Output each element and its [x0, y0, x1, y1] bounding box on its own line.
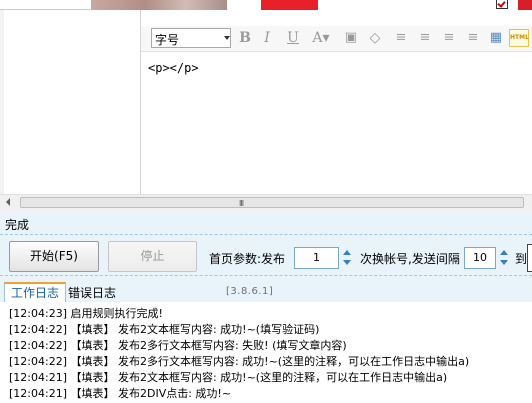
- editor-content: <p></p>: [148, 61, 199, 75]
- list-item: [12:04:21] 【填表】 发布2文本框写内容: 成功!~(这里的注释，可以…: [9, 371, 448, 384]
- justify-icon[interactable]: ≡: [464, 29, 482, 47]
- switch-account-label: 次换帐号,发送间隔: [360, 252, 460, 266]
- chevron-down-icon[interactable]: [224, 36, 230, 40]
- top-red-edge: [518, 0, 532, 10]
- list-item: [12:04:22] 【填表】 发布2文本框写内容: 成功!~(填写验证码): [9, 323, 320, 336]
- list-item: [12:04:21] 【填表】 发布2DIV点击: 成功!~: [9, 387, 232, 400]
- divider: [0, 234, 532, 235]
- list-item: [12:04:23] 启用规则执行完成!: [9, 307, 163, 320]
- top-text-field[interactable]: [0, 0, 90, 10]
- start-button[interactable]: 开始(F5): [9, 241, 99, 272]
- align-left-icon[interactable]: ≡: [392, 29, 410, 47]
- list-item: [12:04:22] 【填表】 发布2多行文本框写内容: 失败! (填写文章内容…: [9, 339, 347, 352]
- send-interval-value: 10: [473, 251, 487, 264]
- chevron-up-icon[interactable]: [343, 250, 351, 255]
- send-interval-stepper[interactable]: [497, 246, 511, 270]
- submit-red-button[interactable]: [261, 0, 318, 10]
- fontsize-select-label: 字号: [155, 33, 180, 47]
- tab-error-log[interactable]: 错误日志: [68, 284, 116, 302]
- divider: [0, 275, 532, 276]
- scroll-left-arrow-icon[interactable]: [6, 198, 10, 206]
- special-char-icon[interactable]: ▣: [342, 29, 360, 47]
- top-checkbox[interactable]: [496, 0, 508, 9]
- editor-body[interactable]: [141, 52, 532, 194]
- scrollbar-grip-icon: III: [239, 199, 244, 208]
- bold-icon[interactable]: B: [236, 29, 254, 47]
- font-color-icon[interactable]: A▾: [308, 29, 334, 47]
- to-label: 到: [515, 252, 528, 266]
- scrollbar-thumb[interactable]: [20, 197, 524, 208]
- list-item: [12:04:22] 【填表】 发布2多行文本框写内容: 成功!~(这里的注释，…: [9, 355, 470, 368]
- tab-work-log[interactable]: 工作日志: [4, 282, 66, 303]
- eraser-icon[interactable]: ◇: [366, 29, 384, 47]
- publish-count-value: 1: [313, 251, 320, 264]
- italic-icon[interactable]: I: [258, 29, 276, 47]
- chevron-down-icon[interactable]: [343, 260, 351, 265]
- homepage-param-label: 首页参数:发布: [209, 252, 286, 266]
- html-icon[interactable]: HTML: [509, 29, 529, 47]
- status-text: 完成: [5, 218, 30, 232]
- chevron-down-icon[interactable]: [500, 260, 508, 265]
- captcha-image: [91, 0, 227, 10]
- editor-left-panel: [0, 10, 141, 194]
- align-right-icon[interactable]: ≡: [440, 29, 458, 47]
- underline-icon[interactable]: U: [284, 29, 302, 47]
- interval-max-input[interactable]: [527, 244, 532, 272]
- chevron-up-icon[interactable]: [500, 250, 508, 255]
- align-center-icon[interactable]: ≡: [416, 29, 434, 47]
- stop-button[interactable]: 停止: [108, 241, 197, 272]
- publish-count-stepper[interactable]: [340, 246, 354, 270]
- editor-left-strip: [0, 10, 4, 194]
- version-label: [3.8.6.1]: [226, 286, 274, 297]
- table-icon[interactable]: ▦: [487, 29, 505, 47]
